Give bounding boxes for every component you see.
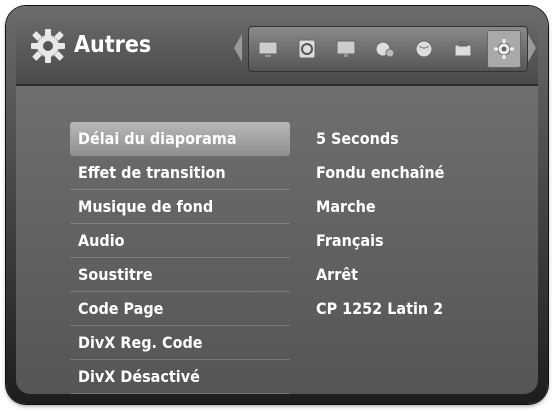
menu-item-audio[interactable]: Audio <box>70 224 290 258</box>
gear-icon <box>31 29 65 63</box>
disc-icon <box>298 39 316 59</box>
menu-item-code-page[interactable]: Code Page <box>70 292 290 326</box>
tab-disc[interactable] <box>293 35 321 63</box>
page-title: Autres <box>74 32 152 58</box>
gear-icon <box>494 39 515 59</box>
tab-display[interactable] <box>332 35 360 63</box>
header-bar: Autres <box>16 14 538 86</box>
menu-item-divx-reg-code[interactable]: DivX Reg. Code <box>70 326 290 360</box>
settings-screen: Autres Délai du diaporama Effet de trans… <box>16 14 538 394</box>
tab-lock[interactable] <box>449 35 477 63</box>
category-tab-bar <box>248 26 528 72</box>
menu-item-subtitle[interactable]: Soustitre <box>70 258 290 292</box>
value-subtitle: Arrêt <box>316 265 358 284</box>
value-audio: Français <box>316 231 384 250</box>
tab-picture[interactable] <box>254 35 282 63</box>
tv-frame: Autres Délai du diaporama Effet de trans… <box>6 6 548 404</box>
value-slideshow-delay: 5 Seconds <box>316 129 399 148</box>
globe-icon <box>415 40 433 58</box>
monitor-icon <box>336 40 356 57</box>
settings-menu: Délai du diaporama Effet de transition M… <box>70 122 290 394</box>
tab-others[interactable] <box>487 30 522 68</box>
tab-scroll-left-icon[interactable] <box>234 34 242 62</box>
film-reel-icon <box>375 41 395 58</box>
tv-icon <box>258 41 278 57</box>
menu-item-slideshow-delay[interactable]: Délai du diaporama <box>70 122 290 156</box>
value-background-music: Marche <box>316 197 376 216</box>
menu-item-divx-deactivated[interactable]: DivX Désactivé <box>70 360 290 394</box>
value-transition-effect: Fondu enchaîné <box>316 163 445 182</box>
lock-icon <box>454 41 472 57</box>
tab-audio[interactable] <box>371 35 399 63</box>
value-code-page: CP 1252 Latin 2 <box>316 299 444 318</box>
menu-item-background-music[interactable]: Musique de fond <box>70 190 290 224</box>
tab-language[interactable] <box>410 35 438 63</box>
tab-scroll-right-icon[interactable] <box>528 34 536 62</box>
settings-values: 5 Seconds Fondu enchaîné Marche Français… <box>316 122 516 326</box>
menu-item-transition-effect[interactable]: Effet de transition <box>70 156 290 190</box>
